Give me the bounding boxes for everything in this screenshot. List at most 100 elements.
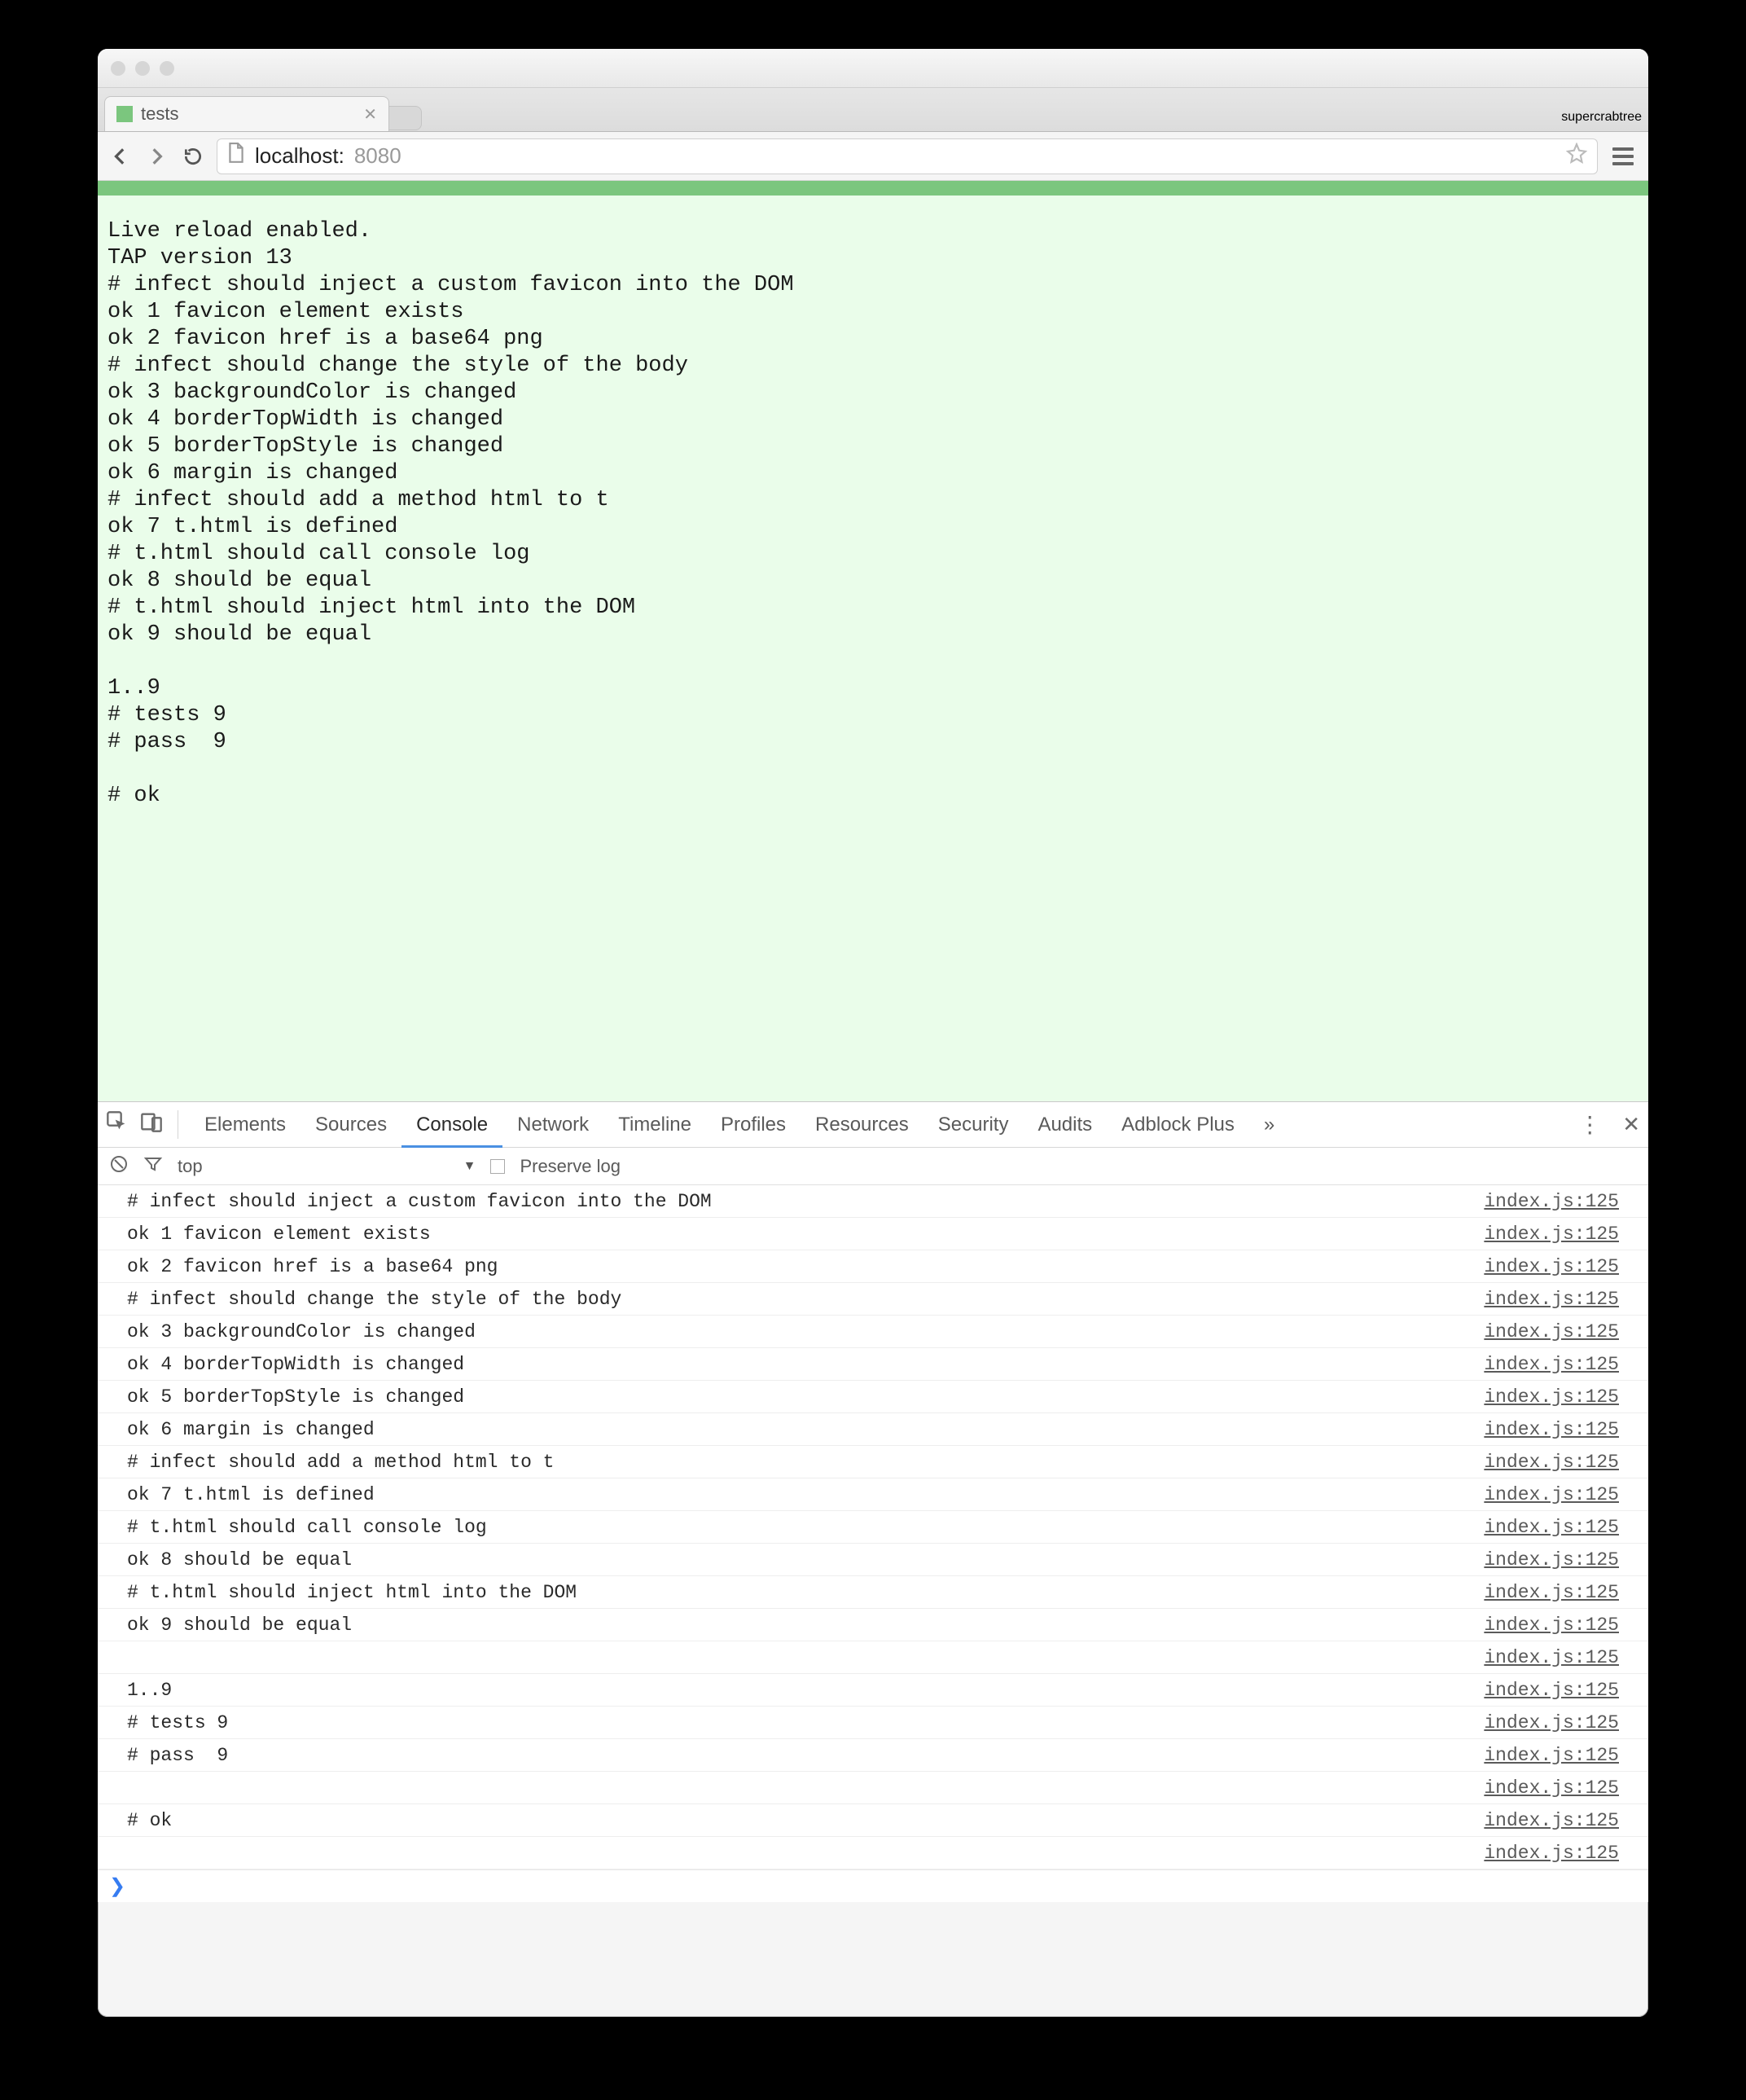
menu-button[interactable] <box>1609 143 1637 170</box>
devtools-tab-adblock-plus[interactable]: Adblock Plus <box>1107 1102 1249 1148</box>
console-source-link[interactable]: index.js:125 <box>1484 1452 1619 1473</box>
console-row: ok 2 favicon href is a base64 pngindex.j… <box>98 1250 1648 1283</box>
console-source-link[interactable]: index.js:125 <box>1484 1517 1619 1538</box>
console-source-link[interactable]: index.js:125 <box>1484 1647 1619 1668</box>
console-row: ok 7 t.html is defined index.js:125 <box>98 1478 1648 1511</box>
preserve-log-label: Preserve log <box>520 1156 621 1177</box>
reload-button[interactable] <box>181 144 205 169</box>
context-selector[interactable]: top ▼ <box>178 1156 476 1177</box>
tab-title: tests <box>141 103 178 125</box>
console-row: # pass 9 index.js:125 <box>98 1739 1648 1772</box>
console-message: ok 6 margin is changed <box>127 1419 375 1440</box>
devtools-tabs: ElementsSourcesConsoleNetworkTimelinePro… <box>98 1102 1648 1148</box>
inspect-element-icon[interactable] <box>106 1110 129 1139</box>
console-message: ok 3 backgroundColor is changed <box>127 1321 476 1342</box>
filter-icon[interactable] <box>143 1154 163 1179</box>
clear-console-icon[interactable] <box>109 1154 129 1179</box>
tab-strip: tests ✕ supercrabtree <box>98 88 1648 132</box>
console-row: ok 4 borderTopWidth is changedindex.js:1… <box>98 1348 1648 1381</box>
console-row: # ok index.js:125 <box>98 1804 1648 1837</box>
devtools-tab-sources[interactable]: Sources <box>301 1102 401 1148</box>
console-row: ok 5 borderTopStyle is changedindex.js:1… <box>98 1381 1648 1413</box>
console-row: ok 1 favicon element exists index.js:125 <box>98 1218 1648 1250</box>
console-message: ok 1 favicon element exists <box>127 1224 431 1245</box>
back-button[interactable] <box>109 144 134 169</box>
tap-output: Live reload enabled. TAP version 13 # in… <box>98 196 1648 810</box>
console-source-link[interactable]: index.js:125 <box>1484 1745 1619 1766</box>
console-log[interactable]: # infect should inject a custom favicon … <box>98 1185 1648 1869</box>
devtools-tab-profiles[interactable]: Profiles <box>706 1102 801 1148</box>
console-row: # infect should add a method html to t in… <box>98 1446 1648 1478</box>
console-message: # ok <box>127 1810 172 1831</box>
browser-window: tests ✕ supercrabtree localhost:8080 <box>98 49 1648 2017</box>
console-source-link[interactable]: index.js:125 <box>1484 1321 1619 1342</box>
console-message: # infect should inject a custom favicon … <box>127 1191 712 1212</box>
console-row: # t.html should inject html into the DOM… <box>98 1576 1648 1609</box>
console-source-link[interactable]: index.js:125 <box>1484 1810 1619 1831</box>
close-window-button[interactable] <box>111 61 125 76</box>
devtools-panel: ElementsSourcesConsoleNetworkTimelinePro… <box>98 1101 1648 1902</box>
devtools-tab-audits[interactable]: Audits <box>1023 1102 1107 1148</box>
console-row: 1..9 index.js:125 <box>98 1674 1648 1707</box>
devtools-close-button[interactable]: ✕ <box>1622 1112 1640 1137</box>
console-message: # t.html should call console log <box>127 1517 487 1538</box>
console-source-link[interactable]: index.js:125 <box>1484 1777 1619 1799</box>
console-source-link[interactable]: index.js:125 <box>1484 1843 1619 1864</box>
console-source-link[interactable]: index.js:125 <box>1484 1256 1619 1277</box>
device-mode-icon[interactable] <box>140 1110 163 1139</box>
console-source-link[interactable]: index.js:125 <box>1484 1289 1619 1310</box>
minimize-window-button[interactable] <box>135 61 150 76</box>
console-row: index.js:125 <box>98 1641 1648 1674</box>
console-message: # t.html should inject html into the DOM <box>127 1582 577 1603</box>
page-body: Live reload enabled. TAP version 13 # in… <box>98 181 1648 1101</box>
console-prompt[interactable]: ❯ <box>98 1869 1648 1902</box>
address-bar[interactable]: localhost:8080 <box>217 138 1598 174</box>
console-source-link[interactable]: index.js:125 <box>1484 1680 1619 1701</box>
console-row: ok 6 margin is changed index.js:125 <box>98 1413 1648 1446</box>
nav-bar: localhost:8080 <box>98 132 1648 181</box>
favicon-icon <box>116 106 133 122</box>
console-source-link[interactable]: index.js:125 <box>1484 1224 1619 1245</box>
console-source-link[interactable]: index.js:125 <box>1484 1354 1619 1375</box>
console-message: ok 8 should be equal <box>127 1549 352 1571</box>
maximize-window-button[interactable] <box>160 61 174 76</box>
url-host: localhost: <box>255 143 344 169</box>
console-row: ok 8 should be equal index.js:125 <box>98 1544 1648 1576</box>
console-row: ok 9 should be equalindex.js:125 <box>98 1609 1648 1641</box>
console-row: # tests 9 index.js:125 <box>98 1707 1648 1739</box>
window-controls <box>111 61 174 76</box>
console-message: # pass 9 <box>127 1745 228 1766</box>
devtools-menu-icon[interactable]: ⋮ <box>1578 1111 1603 1138</box>
console-source-link[interactable]: index.js:125 <box>1484 1712 1619 1733</box>
console-message: 1..9 <box>127 1680 172 1701</box>
devtools-tab-elements[interactable]: Elements <box>190 1102 301 1148</box>
console-source-link[interactable]: index.js:125 <box>1484 1484 1619 1505</box>
console-source-link[interactable]: index.js:125 <box>1484 1615 1619 1636</box>
console-message: # tests 9 <box>127 1712 228 1733</box>
titlebar <box>98 49 1648 88</box>
devtools-tab-security[interactable]: Security <box>923 1102 1024 1148</box>
forward-button[interactable] <box>145 144 169 169</box>
console-message: # infect should add a method html to t <box>127 1452 555 1473</box>
devtools-tab-resources[interactable]: Resources <box>801 1102 923 1148</box>
console-source-link[interactable]: index.js:125 <box>1484 1419 1619 1440</box>
browser-tab[interactable]: tests ✕ <box>104 96 389 131</box>
devtools-tab-timeline[interactable]: Timeline <box>603 1102 706 1148</box>
console-row: ok 3 backgroundColor is changed index.js:… <box>98 1316 1648 1348</box>
console-row: # infect should change the style of the … <box>98 1283 1648 1316</box>
console-source-link[interactable]: index.js:125 <box>1484 1582 1619 1603</box>
console-source-link[interactable]: index.js:125 <box>1484 1191 1619 1212</box>
page-icon <box>227 143 245 169</box>
bookmark-star-icon[interactable] <box>1566 143 1587 169</box>
close-tab-button[interactable]: ✕ <box>363 104 377 125</box>
new-tab-button[interactable] <box>389 106 422 130</box>
devtools-tab-network[interactable]: Network <box>502 1102 603 1148</box>
devtools-tab-console[interactable]: Console <box>401 1102 502 1148</box>
devtools-tabs-overflow[interactable]: » <box>1249 1102 1289 1148</box>
console-filter-bar: top ▼ Preserve log <box>98 1148 1648 1185</box>
console-message: ok 7 t.html is defined <box>127 1484 375 1505</box>
console-source-link[interactable]: index.js:125 <box>1484 1386 1619 1408</box>
console-source-link[interactable]: index.js:125 <box>1484 1549 1619 1571</box>
preserve-log-checkbox[interactable] <box>490 1159 505 1174</box>
profile-badge[interactable]: supercrabtree <box>1561 110 1642 125</box>
